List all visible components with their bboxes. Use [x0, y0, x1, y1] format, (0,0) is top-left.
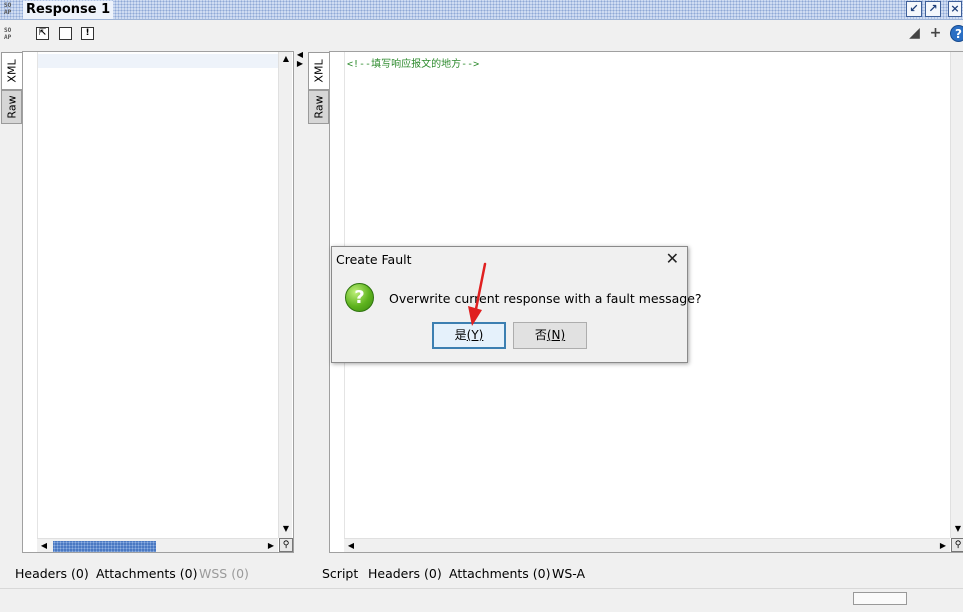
close-icon[interactable]: ✕ — [666, 249, 679, 269]
right-vertical-scrollbar[interactable]: ▼ — [950, 52, 963, 538]
fit-icon[interactable]: ⇱ — [36, 27, 49, 40]
left-editor-panel: ▲ ▼ ◀ ▶ ⚲ — [22, 51, 294, 553]
soap-icon: SO AP — [4, 27, 12, 41]
tab-script[interactable]: Script — [322, 566, 358, 581]
scroll-right-icon[interactable]: ▶ — [264, 539, 278, 553]
scroll-left-icon[interactable]: ◀ — [37, 539, 51, 553]
annotation-arrow-icon — [468, 262, 487, 326]
maximize-icon[interactable]: ↗ — [925, 1, 941, 17]
tab-left-raw[interactable]: Raw — [1, 90, 22, 124]
tab-attachments[interactable]: Attachments (0) — [96, 566, 197, 581]
tab-left-xml[interactable]: XML — [1, 52, 22, 90]
scroll-down-icon[interactable]: ▼ — [951, 522, 963, 536]
restore-icon[interactable]: ↙ — [906, 1, 922, 17]
left-bottom-tabs: Headers (0) Attachments (0) WSS (0) — [0, 560, 300, 586]
zoom-icon[interactable]: ⚲ — [951, 538, 963, 552]
tab-headers[interactable]: Headers (0) — [368, 566, 442, 581]
edit-icon[interactable]: ◢ — [908, 26, 921, 40]
scroll-up-icon[interactable]: ▲ — [279, 52, 293, 66]
dialog-title: Create Fault — [336, 252, 412, 267]
current-line-highlight — [38, 54, 278, 68]
square-icon[interactable] — [59, 27, 72, 40]
left-vertical-scrollbar[interactable]: ▲ ▼ — [278, 52, 292, 538]
question-icon: ? — [345, 283, 374, 312]
status-bar — [0, 588, 963, 612]
exclamation-icon[interactable]: ! — [81, 27, 94, 40]
scroll-down-icon[interactable]: ▼ — [279, 522, 293, 536]
tab-wss: WSS (0) — [199, 566, 249, 581]
tab-attachments[interactable]: Attachments (0) — [449, 566, 550, 581]
add-icon[interactable]: + — [929, 26, 942, 40]
scroll-right-icon[interactable]: ▶ — [936, 539, 950, 553]
right-bottom-tabs: Script Headers (0) Attachments (0) WS-A — [310, 560, 963, 586]
tab-headers[interactable]: Headers (0) — [15, 566, 89, 581]
tab-right-xml[interactable]: XML — [308, 52, 329, 90]
create-fault-dialog: Create Fault ✕ ? Overwrite current respo… — [331, 246, 702, 363]
dialog-message: Overwrite current response with a fault … — [389, 291, 702, 306]
no-button[interactable]: 否(N) — [513, 322, 587, 349]
tab-right-raw[interactable]: Raw — [308, 90, 329, 124]
code-comment-line: <!--填写响应报文的地方--> — [347, 59, 480, 70]
soap-logo-icon: SO AP — [4, 2, 12, 16]
scroll-left-icon[interactable]: ◀ — [344, 539, 358, 553]
help-icon[interactable]: ? — [950, 25, 963, 42]
status-progress-box — [853, 592, 907, 605]
scroll-thumb[interactable] — [53, 541, 156, 552]
toolbar: SO AP ⇱ ! ◢ + ? — [0, 21, 963, 48]
tab-ws-a[interactable]: WS-A — [552, 566, 585, 581]
right-horizontal-scrollbar[interactable]: ◀ ▶ — [344, 538, 950, 552]
left-horizontal-scrollbar[interactable]: ◀ ▶ — [37, 538, 278, 552]
window-title: Response 1 — [23, 1, 114, 19]
title-bar: SO AP Response 1 ↙ ↗ × — [0, 0, 963, 20]
close-icon[interactable]: × — [948, 1, 962, 17]
splitter-arrows-icon[interactable]: ◀ ▶ — [296, 50, 304, 68]
left-editor-area[interactable] — [37, 52, 278, 552]
zoom-icon[interactable]: ⚲ — [279, 538, 293, 552]
